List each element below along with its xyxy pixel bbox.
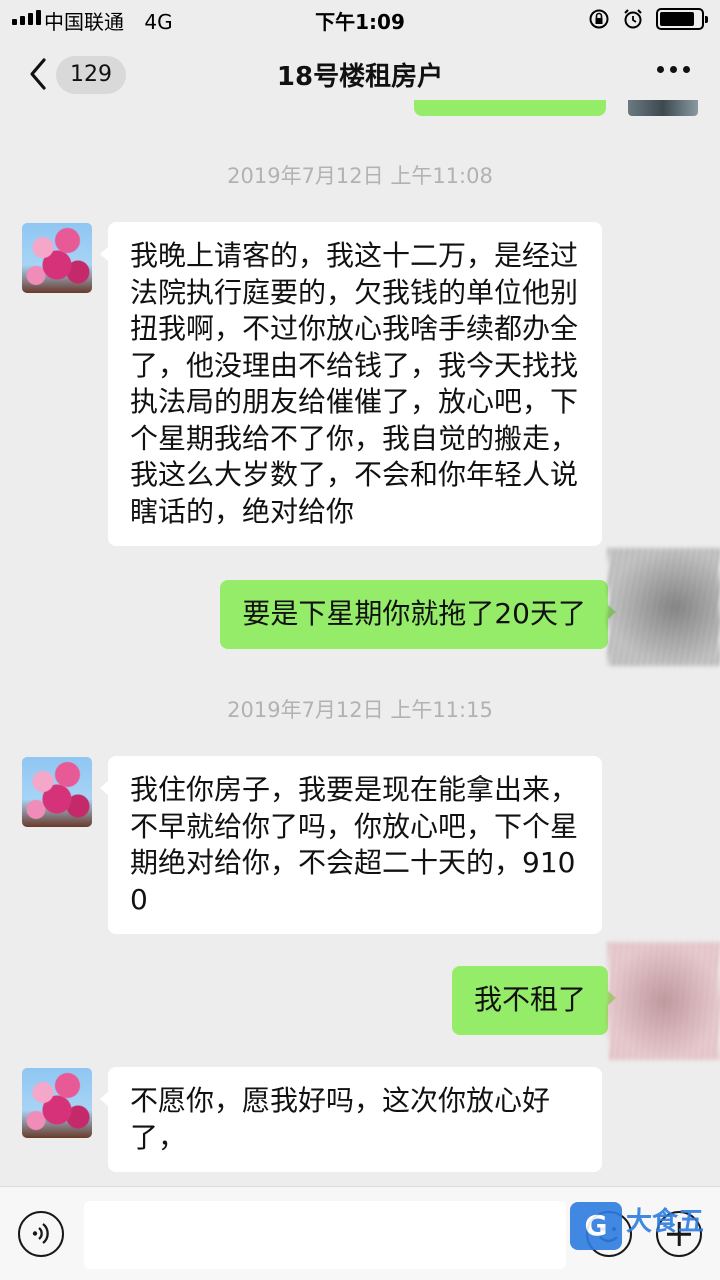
more-options-icon[interactable]	[657, 66, 690, 73]
self-avatar[interactable]	[608, 942, 720, 1060]
rotation-lock-icon	[589, 9, 609, 29]
self-avatar[interactable]	[628, 100, 698, 116]
message-timestamp: 2019年7月12日 上午11:08	[227, 164, 493, 188]
voice-icon	[32, 1223, 49, 1244]
watermark: G 大食五	[570, 1202, 704, 1250]
contact-avatar[interactable]	[22, 1068, 92, 1138]
voice-input-button[interactable]	[18, 1211, 64, 1257]
battery-icon	[656, 8, 708, 30]
contact-avatar[interactable]	[22, 757, 92, 827]
message-bubble-received[interactable]: 我晚上请客的，我这十二万，是经过法院执行庭要的，欠我钱的单位他别扭我啊，不过你放…	[100, 222, 602, 546]
message-timestamp: 2019年7月12日 上午11:15	[227, 698, 493, 722]
message-input[interactable]	[84, 1201, 566, 1269]
message-bubble-received[interactable]: 不愿你，愿我好吗，这次你放心好了，	[100, 1067, 602, 1172]
chat-title: 18号楼租房户	[276, 62, 444, 92]
contact-avatar[interactable]	[22, 223, 92, 293]
status-bar: 中国联通 4G 下午1:09	[0, 0, 720, 36]
alarm-icon	[624, 9, 642, 29]
nav-bar: 129 18号楼租房户	[0, 36, 720, 112]
self-avatar[interactable]	[608, 548, 720, 666]
previous-message-bubble	[414, 100, 606, 116]
watermark-logo: G	[570, 1202, 622, 1250]
message-bubble-sent[interactable]: 我不租了	[451, 966, 617, 1035]
watermark-text: 大食五	[626, 1206, 705, 1237]
battery-fill	[660, 12, 694, 26]
message-bubble-received[interactable]: 我住你房子，我要是现在能拿出来，不早就给你了吗，你放心吧，下个星期绝对给你，不会…	[100, 756, 602, 934]
message-bubble-sent[interactable]: 要是下星期你就拖了20天了	[220, 580, 616, 649]
